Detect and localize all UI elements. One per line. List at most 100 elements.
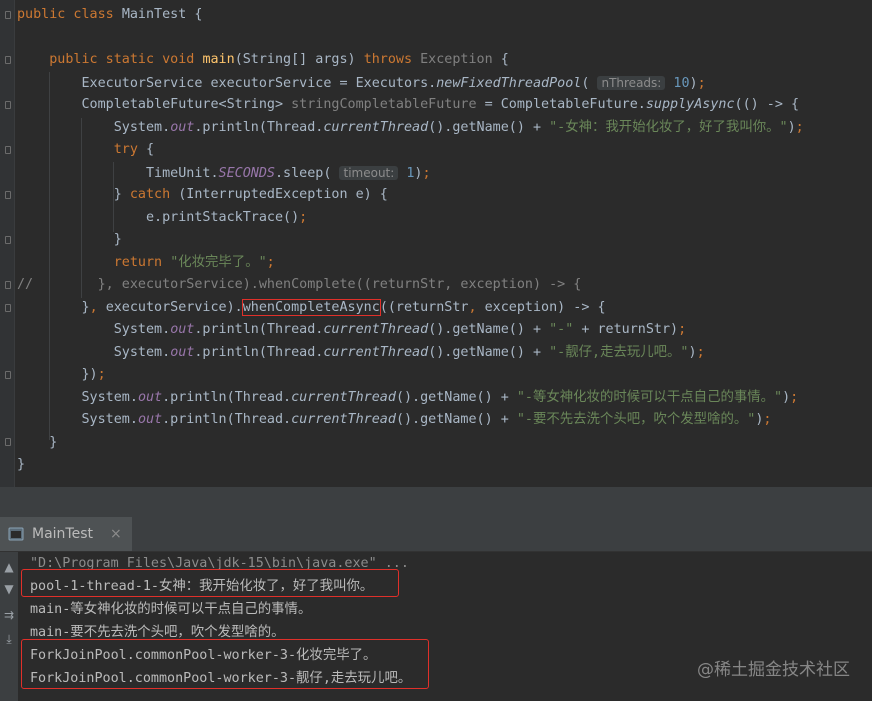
code-token: stringCompletableFuture	[291, 97, 477, 112]
parameter-hint: timeout:	[339, 165, 399, 180]
parameter-hint: nThreads:	[597, 75, 666, 90]
code-token: ;	[299, 209, 308, 225]
gutter-divider	[14, 0, 15, 487]
highlighted-method: whenCompleteAsync	[241, 298, 381, 316]
tab-label: MainTest	[32, 526, 93, 542]
code-line[interactable]: System.out.println(Thread.currentThread(…	[17, 387, 798, 409]
code-token: MainTest {	[121, 7, 203, 22]
code-token: (() -> {	[734, 97, 800, 112]
code-token: (	[581, 75, 598, 91]
soft-wrap-icon[interactable]: ⇉	[2, 608, 16, 622]
code-token: out	[137, 412, 163, 427]
code-token: exception) -> {	[484, 299, 606, 315]
code-line[interactable]: public static void main(String[] args) t…	[17, 49, 509, 71]
fold-marker-icon[interactable]	[5, 146, 11, 154]
code-token: ;	[422, 165, 431, 181]
code-editor[interactable]: public class MainTest { public static vo…	[0, 0, 872, 487]
code-token: executorService).	[105, 299, 243, 315]
fold-marker-icon[interactable]	[5, 191, 11, 199]
code-token: (String[] args)	[234, 52, 364, 67]
code-line[interactable]: public class MainTest {	[17, 4, 202, 26]
code-token: ;	[697, 75, 706, 91]
code-line[interactable]: TimeUnit.SECONDS.sleep( timeout: 1);	[17, 162, 431, 184]
code-line[interactable]: } catch (InterruptedException e) {	[17, 184, 388, 206]
scroll-to-end-icon[interactable]: ⤓	[2, 632, 16, 646]
code-token: ().getName() +	[428, 322, 550, 337]
code-token: .sleep(	[274, 165, 340, 181]
highlight-box	[21, 569, 399, 597]
code-token: ;	[696, 344, 705, 360]
code-token: System.	[17, 389, 138, 405]
console-output-line: main-等女神化妆的时候可以干点自己的事情。	[30, 602, 312, 617]
code-line[interactable]: }	[17, 454, 25, 476]
fold-marker-icon[interactable]	[5, 304, 11, 312]
code-token: currentThread	[323, 344, 429, 360]
code-token: .println(Thread.	[194, 119, 324, 135]
code-token: throws	[363, 52, 421, 67]
code-token: ((returnStr	[379, 299, 469, 315]
watermark: @稀土掘金技术社区	[697, 660, 850, 680]
code-line[interactable]: e.printStackTrace();	[17, 207, 307, 229]
panel-splitter[interactable]	[0, 487, 872, 517]
fold-marker-icon[interactable]	[5, 438, 11, 446]
fold-marker-icon[interactable]	[5, 236, 11, 244]
fold-marker-icon[interactable]	[5, 371, 11, 379]
fold-marker-icon[interactable]	[5, 281, 11, 289]
code-token: System.	[17, 119, 171, 135]
code-token: }	[17, 434, 58, 450]
code-token: 10	[673, 75, 690, 91]
code-token: "-靓仔,走去玩儿吧。"	[549, 344, 689, 360]
code-line[interactable]: }	[17, 229, 122, 251]
code-token: ;	[763, 412, 772, 427]
code-line[interactable]: CompletableFuture<String> stringCompleta…	[17, 94, 799, 116]
code-token: System.	[17, 322, 171, 337]
code-token: ,	[468, 299, 485, 315]
code-token: ExecutorService executorService = Execut…	[17, 75, 437, 91]
code-token: ;	[97, 367, 106, 382]
code-token: try	[113, 142, 146, 157]
code-line[interactable]: }	[17, 432, 57, 454]
code-token: }	[17, 187, 130, 202]
code-line[interactable]: return "化妆完毕了。";	[17, 252, 275, 274]
code-token: ().getName() +	[428, 344, 550, 360]
code-token: "-"	[549, 322, 574, 337]
code-token: out	[170, 344, 195, 360]
code-line[interactable]: // }, executorService).whenComplete((ret…	[17, 274, 581, 296]
highlight-box	[21, 639, 429, 689]
code-token: ().getName() +	[428, 119, 550, 135]
code-token: .println(Thread.	[194, 322, 324, 337]
code-token: out	[170, 322, 195, 337]
code-token: return	[113, 254, 171, 270]
code-line[interactable]: ExecutorService executorService = Execut…	[17, 72, 706, 94]
code-token: )	[787, 119, 796, 135]
scroll-down-icon[interactable]: ▼	[2, 582, 16, 596]
code-line[interactable]: System.out.println(Thread.currentThread(…	[17, 117, 804, 139]
code-token: )	[689, 75, 698, 91]
code-line[interactable]: System.out.println(Thread.currentThread(…	[17, 409, 771, 431]
tab-maintest[interactable]: MainTest ×	[0, 517, 132, 551]
code-token: currentThread	[291, 412, 396, 427]
code-token: // }, executorService).whenComplete((ret…	[17, 277, 582, 292]
code-token: System.	[17, 412, 138, 427]
code-line[interactable]: }, executorService).whenCompleteAsync((r…	[17, 297, 606, 319]
code-token: currentThread	[323, 119, 429, 135]
close-icon[interactable]: ×	[110, 517, 122, 551]
code-token: )	[782, 389, 791, 405]
code-token: {	[500, 52, 509, 67]
fold-marker-icon[interactable]	[5, 11, 11, 19]
code-token: SECONDS	[218, 165, 275, 181]
code-token: (InterruptedException e) {	[178, 187, 388, 202]
code-line[interactable]: System.out.println(Thread.currentThread(…	[17, 319, 686, 341]
code-token: .println(Thread.	[162, 389, 292, 405]
code-line[interactable]: System.out.println(Thread.currentThread(…	[17, 342, 705, 364]
code-line[interactable]: try {	[17, 139, 154, 161]
code-line[interactable]: });	[17, 364, 106, 386]
scroll-up-icon[interactable]: ▲	[2, 560, 16, 574]
fold-marker-icon[interactable]	[5, 101, 11, 109]
code-token: main	[202, 52, 235, 67]
code-token: CompletableFuture<String>	[17, 97, 292, 112]
fold-marker-icon[interactable]	[5, 56, 11, 64]
